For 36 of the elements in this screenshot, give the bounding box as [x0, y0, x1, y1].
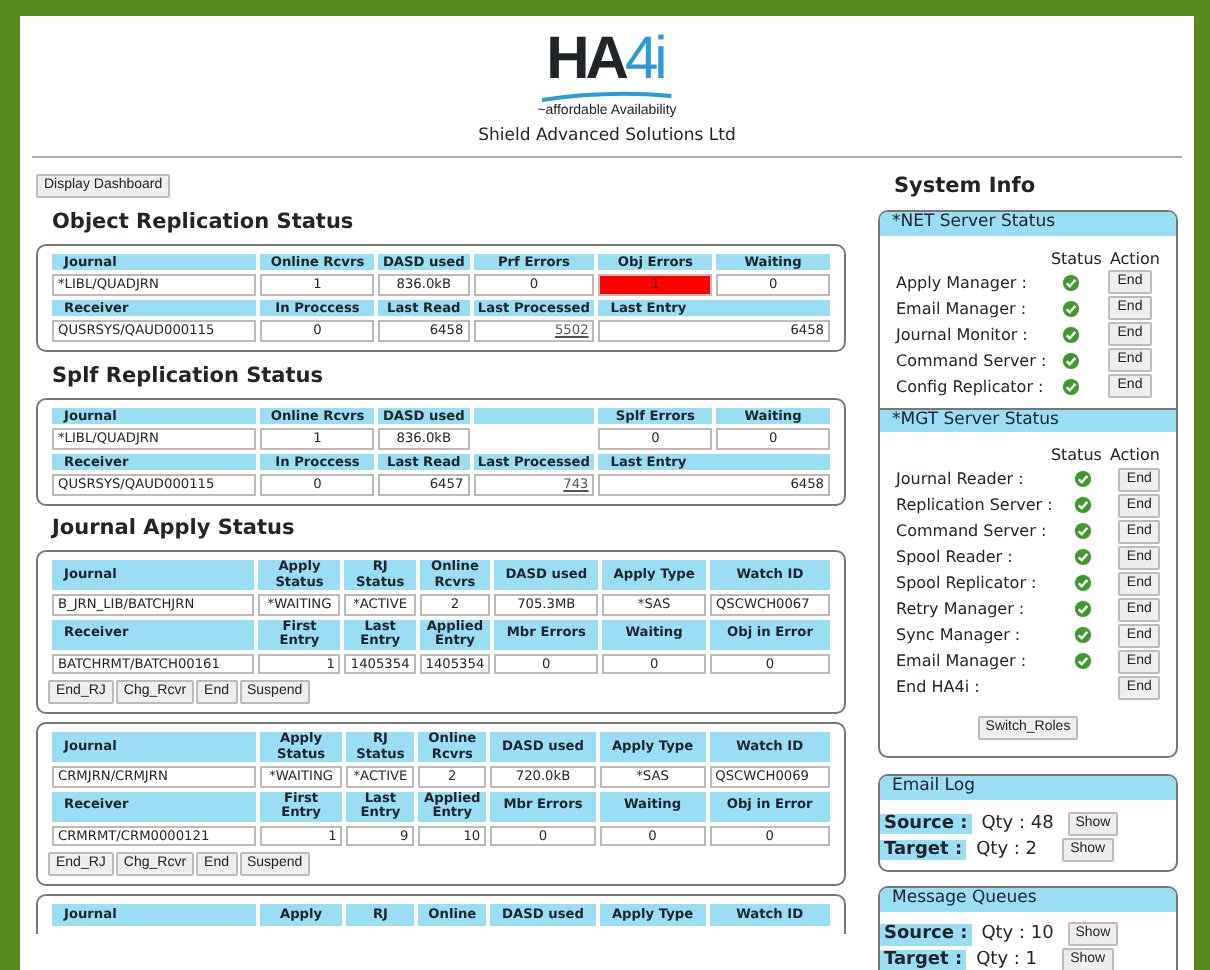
column-header: Status: [1050, 249, 1102, 268]
company-name: Shield Advanced Solutions Ltd: [476, 128, 738, 148]
server-name: Sync Manager :: [896, 626, 1023, 645]
server-name: Journal Monitor :: [896, 325, 1030, 344]
quantity: Qty : 10: [981, 924, 1056, 946]
server-name: Journal Reader :: [896, 470, 1026, 489]
server-name: Retry Manager :: [896, 600, 1027, 619]
panel-title: *NET Server Status: [880, 211, 1176, 236]
section-title: Object Replication Status: [52, 209, 356, 234]
row-label: Source :: [880, 813, 972, 834]
section-title: Splf Replication Status: [52, 363, 326, 388]
server-name: Email Manager :: [896, 299, 1029, 318]
column-header: Action: [1109, 249, 1160, 268]
server-name: Spool Reader :: [896, 548, 1015, 567]
column-header: Action: [1109, 446, 1160, 465]
panel-title: *MGT Server Status: [880, 409, 1176, 433]
quantity: Qty : 48: [981, 813, 1056, 834]
logo: HA4i: [542, 28, 672, 104]
server-name: Config Replicator :: [896, 377, 1046, 396]
panel-title: Message Queues: [880, 888, 1176, 912]
quantity: Qty : 2: [976, 839, 1039, 860]
quantity: Qty : 1: [976, 950, 1039, 970]
row-label: Source :: [880, 924, 972, 946]
row-label: Target :: [880, 839, 967, 860]
section-title: System Info: [894, 173, 1038, 198]
server-name: Command Server :: [896, 522, 1049, 541]
server-name: Spool Replicator :: [896, 574, 1039, 593]
server-name: Email Manager :: [896, 652, 1029, 671]
server-name: Command Server :: [896, 351, 1048, 370]
server-name: End HA4i :: [896, 678, 982, 697]
server-name: Apply Manager :: [896, 273, 1029, 292]
column-header: Status: [1050, 446, 1102, 465]
server-name: Replication Server :: [896, 496, 1055, 515]
section-title: Journal Apply Status: [52, 515, 297, 540]
row-label: Target :: [880, 950, 967, 970]
panel-title: Email Log: [880, 776, 1176, 801]
